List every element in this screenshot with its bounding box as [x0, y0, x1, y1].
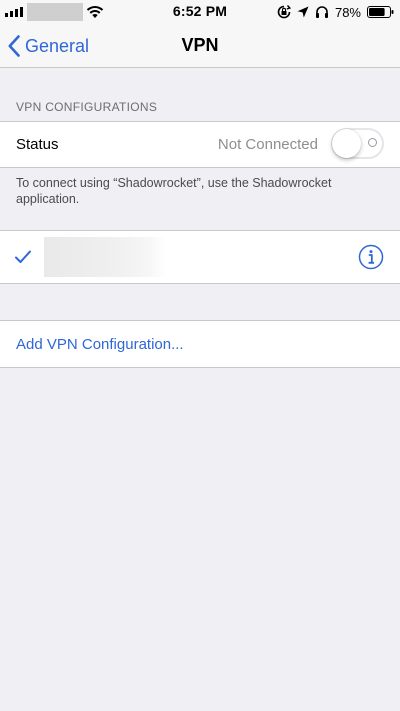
- toggle-knob: [332, 129, 361, 158]
- navigation-bar: General VPN: [0, 24, 400, 68]
- page-title: VPN: [181, 35, 219, 55]
- add-configuration-button[interactable]: Add VPN Configuration...: [16, 336, 184, 353]
- battery-percent: 78%: [334, 4, 361, 20]
- info-icon[interactable]: [358, 244, 384, 270]
- configuration-name-redacted: [44, 237, 166, 277]
- battery-icon: [367, 6, 394, 18]
- status-value: Not Connected: [217, 136, 318, 153]
- add-configuration-row[interactable]: Add VPN Configuration...: [0, 320, 400, 368]
- checkmark-icon: [15, 250, 31, 263]
- vpn-toggle[interactable]: [331, 128, 384, 159]
- headphones-icon: [315, 6, 328, 18]
- vpn-configuration-row[interactable]: [0, 230, 400, 284]
- toggle-off-indicator: [368, 138, 377, 147]
- section-footer: To connect using “Shadowrocket”, use the…: [16, 176, 332, 206]
- rotation-lock-icon: [277, 5, 291, 19]
- status-label: Status: [16, 136, 59, 153]
- status-row: Status Not Connected: [0, 121, 400, 168]
- section-header: VPN CONFIGURATIONS: [16, 100, 158, 114]
- location-arrow-icon: [297, 6, 309, 18]
- status-bar: 6:52 PM 78%: [0, 0, 400, 24]
- status-right-group: 78%: [277, 3, 394, 21]
